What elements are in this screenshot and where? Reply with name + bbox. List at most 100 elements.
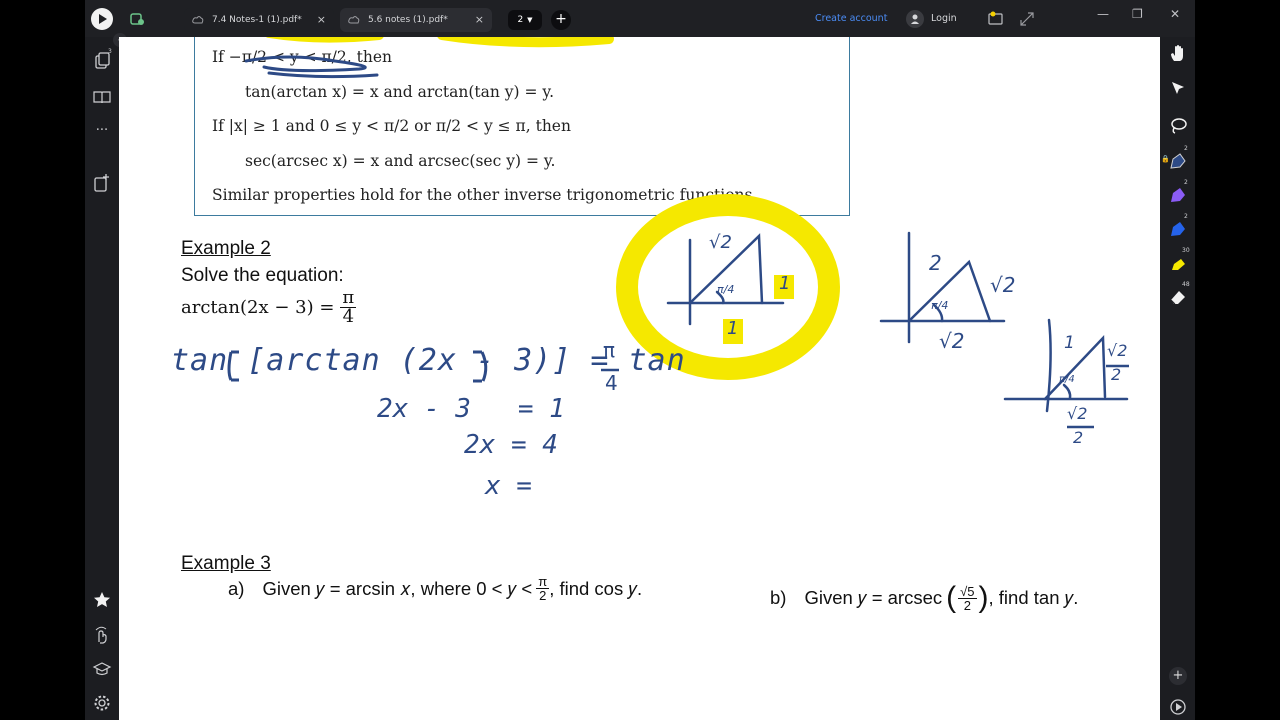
highlighter-size: 30 xyxy=(1182,247,1190,254)
paren-left: ( xyxy=(946,581,957,614)
pi-over-2-fraction: π 2 xyxy=(536,574,550,603)
tri1-angle-label: π/4 xyxy=(717,283,735,296)
part-a-text: Given 𝑦 = arcsin 𝑥, where 0 < 𝑦 < xyxy=(262,577,533,599)
part-b-text: Given 𝑦 = arcsec xyxy=(804,587,943,608)
minimize-button[interactable]: — xyxy=(1097,7,1109,21)
part-b-text-end: , find tan 𝑦. xyxy=(988,587,1079,608)
tri3-side-num: √2 xyxy=(1107,341,1128,360)
tri3-side-den: 2 xyxy=(1111,365,1122,384)
tri3-base-num: √2 xyxy=(1067,404,1088,423)
tri1-hyp-label: √2 xyxy=(709,232,732,253)
create-account-link[interactable]: Create account xyxy=(815,13,887,24)
tab-label: 5.6 notes (1).pdf* xyxy=(368,15,448,25)
pen-navy-icon[interactable] xyxy=(1168,151,1188,171)
new-tab-button[interactable]: + xyxy=(551,10,571,30)
add-page-icon[interactable] xyxy=(92,173,112,193)
fraction-denominator: 2 xyxy=(963,597,971,613)
tab-7-4-notes[interactable]: 7.4 Notes-1 (1).pdf* × xyxy=(184,8,334,32)
theorem-line-2: tan(arctan x) = x and arctan(tan y) = y. xyxy=(245,83,555,101)
pages-badge: 3 xyxy=(108,48,112,55)
handwriting-line-3: 2x = 4 xyxy=(464,430,558,460)
theorem-line-5: Similar properties hold for the other in… xyxy=(212,186,758,204)
eraser-size: 48 xyxy=(1182,281,1190,288)
left-toolbar: « 3 ··· xyxy=(85,33,127,720)
play-logo-icon xyxy=(99,14,107,24)
fraction-denominator: 4 xyxy=(342,306,355,327)
handwriting-line-2: 2x - 3 = 1 xyxy=(377,394,565,424)
hand-icon[interactable] xyxy=(1168,43,1188,63)
fraction-numerator: π xyxy=(536,574,550,589)
user-icon[interactable] xyxy=(906,10,924,28)
tri1-base-label: 1 xyxy=(727,318,739,339)
example-3-part-a: a) Given 𝑦 = arcsin 𝑥, where 0 < 𝑦 < π 2… xyxy=(228,575,642,602)
add-tool-button[interactable]: + xyxy=(1169,667,1187,685)
part-a-label: a) xyxy=(228,577,245,599)
tab-close-button[interactable]: × xyxy=(317,13,326,26)
tab-count-dropdown[interactable]: 2 ▼ xyxy=(508,10,542,30)
example-2-prompt: Solve the equation: xyxy=(181,265,344,286)
lock-icon[interactable]: 🔒 xyxy=(1161,155,1170,163)
app-window: 7.4 Notes-1 (1).pdf* × 5.6 notes (1).pdf… xyxy=(85,0,1195,720)
example-2-title: Example 2 xyxy=(181,238,271,259)
cloud-icon xyxy=(192,16,204,24)
app-logo[interactable] xyxy=(91,8,113,30)
pen-navy-size: 2 xyxy=(1184,145,1188,152)
tri2-base-label: √2 xyxy=(939,329,965,353)
handwriting-line-4: x = xyxy=(485,471,532,501)
cloud-icon xyxy=(348,16,360,24)
settings-icon[interactable] xyxy=(92,693,112,713)
highlighter-yellow-icon[interactable] xyxy=(1168,254,1188,274)
fraction-denominator: 2 xyxy=(539,588,547,603)
tri2-hyp-label: 2 xyxy=(929,251,942,275)
tri2-angle-label: π/4 xyxy=(931,299,949,312)
theorem-line-1: If −π/2 < y < π/2, then xyxy=(212,48,392,66)
sync-icon[interactable] xyxy=(129,11,145,30)
right-toolbar: 2 2 2 30 48 🔒 + xyxy=(1161,37,1195,720)
more-icon[interactable]: ··· xyxy=(92,121,112,141)
tri2-side-label: √2 xyxy=(990,273,1016,297)
present-icon[interactable] xyxy=(1168,697,1188,717)
pen-blue-icon[interactable] xyxy=(1168,219,1188,239)
tab-close-button[interactable]: × xyxy=(475,13,484,26)
pen-purple-icon[interactable] xyxy=(1168,185,1188,205)
tri1-side-label: 1 xyxy=(779,273,791,294)
login-button[interactable]: Login xyxy=(931,13,957,24)
example-3-title: Example 3 xyxy=(181,553,271,574)
tri3-hyp-label: 1 xyxy=(1064,333,1075,353)
handwriting-4: 4 xyxy=(605,371,618,395)
tab-5-6-notes[interactable]: 5.6 notes (1).pdf* × xyxy=(340,8,492,32)
pi-over-4-fraction: π 4 xyxy=(340,289,357,327)
part-b-label: b) xyxy=(770,587,787,608)
title-bar: 7.4 Notes-1 (1).pdf* × 5.6 notes (1).pdf… xyxy=(85,0,1195,37)
close-window-button[interactable]: ✕ xyxy=(1170,7,1180,21)
tab-count: 2 xyxy=(517,15,524,25)
screen-record-icon[interactable] xyxy=(987,10,1005,28)
example-2-equation: arctan(2x − 3) = π 4 xyxy=(181,289,357,327)
paren-right: ) xyxy=(978,581,989,614)
tri3-angle-label: π/4 xyxy=(1059,374,1075,385)
tri3-base-den: 2 xyxy=(1073,428,1084,447)
lasso-icon[interactable] xyxy=(1168,116,1188,136)
maximize-button[interactable]: ❐ xyxy=(1132,7,1143,21)
eraser-icon[interactable] xyxy=(1168,287,1188,307)
fraction-numerator: √5 xyxy=(958,583,977,599)
fullscreen-icon[interactable] xyxy=(1018,10,1036,28)
chevron-down-icon: ▼ xyxy=(527,16,533,24)
part-a-text-end: , find cos 𝑦. xyxy=(549,577,643,599)
star-icon[interactable] xyxy=(92,590,112,610)
gesture-icon[interactable] xyxy=(92,625,112,645)
handwriting-pi: π xyxy=(603,338,616,362)
pointer-icon[interactable] xyxy=(1168,78,1188,98)
theorem-line-3: If |x| ≥ 1 and 0 ≤ y < π/2 or π/2 < y ≤ … xyxy=(212,117,571,135)
book-icon[interactable] xyxy=(92,87,112,107)
equation-lhs: arctan(2x − 3) = xyxy=(181,297,335,318)
tab-label: 7.4 Notes-1 (1).pdf* xyxy=(212,15,302,25)
pen-purple-size: 2 xyxy=(1184,179,1188,186)
learn-icon[interactable] xyxy=(92,659,112,679)
pdf-page[interactable]: If −π/2 < y < π/2, then tan(arctan x) = … xyxy=(119,37,1160,720)
example-3-part-b: b) Given 𝑦 = arcsec ( √5 2 ) , find tan … xyxy=(770,583,1078,613)
sqrt5-over-2-fraction: √5 2 xyxy=(958,583,977,613)
theorem-line-4: sec(arcsec x) = x and arcsec(sec y) = y. xyxy=(245,152,556,170)
pen-blue-size: 2 xyxy=(1184,213,1188,220)
triangle-2 xyxy=(879,231,1006,344)
